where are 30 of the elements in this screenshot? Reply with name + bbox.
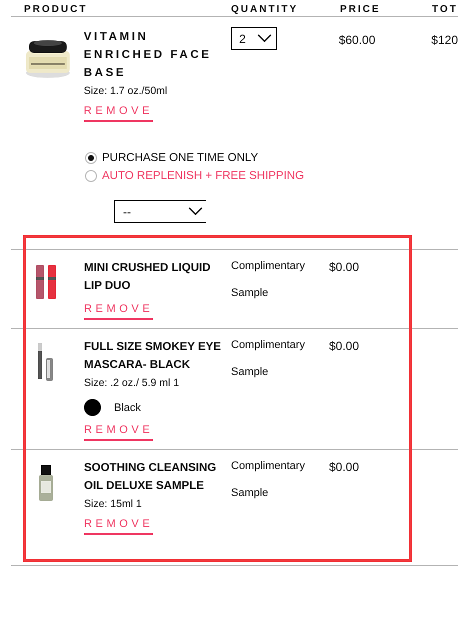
column-header: TOT (432, 4, 458, 16)
product-size: Size: .2 oz./ 5.9 ml 1 (84, 377, 180, 389)
quantity-select[interactable]: 2 (231, 27, 278, 50)
remove-link[interactable]: REMOVE (84, 303, 154, 320)
remove-link[interactable]: REMOVE (84, 518, 154, 535)
product-name: VITAMIN ENRICHED FACE BASE (84, 30, 213, 81)
sample-status: Complimentary Sample (231, 338, 306, 380)
product-size: Size: 1.7 oz./50ml (84, 85, 168, 97)
chevron-down-icon (188, 207, 203, 216)
product-size: Size: 15ml 1 (84, 498, 142, 510)
product-name: FULL SIZE SMOKEY EYE MASCARA- BLACK (84, 340, 222, 373)
remove-link[interactable]: REMOVE (84, 105, 154, 122)
price-text: $0.00 (329, 339, 360, 355)
sample-status: Complimentary Sample (231, 259, 306, 301)
column-header: QUANTITY (231, 4, 300, 16)
column-header: PRODUCT (24, 4, 88, 16)
chevron-down-icon (257, 34, 272, 43)
product-name: SOOTHING CLEANSING OIL DELUXE SAMPLE (84, 461, 218, 494)
sample-status: Complimentary Sample (231, 459, 306, 501)
shade-name: Black (114, 402, 141, 414)
purchase-option[interactable]: AUTO REPLENISH + FREE SHIPPING (85, 170, 458, 182)
purchase-option[interactable]: PURCHASE ONE TIME ONLY (85, 152, 458, 164)
product-name: MINI CRUSHED LIQUID LIP DUO (84, 261, 212, 294)
remove-link[interactable]: REMOVE (84, 424, 154, 441)
total-text: $120 (431, 33, 458, 49)
price-text: $0.00 (329, 460, 360, 476)
interval-select[interactable]: -- (114, 200, 206, 223)
column-header: PRICE (340, 4, 382, 16)
price-text: $60.00 (338, 33, 376, 49)
price-text: $0.00 (329, 260, 360, 276)
